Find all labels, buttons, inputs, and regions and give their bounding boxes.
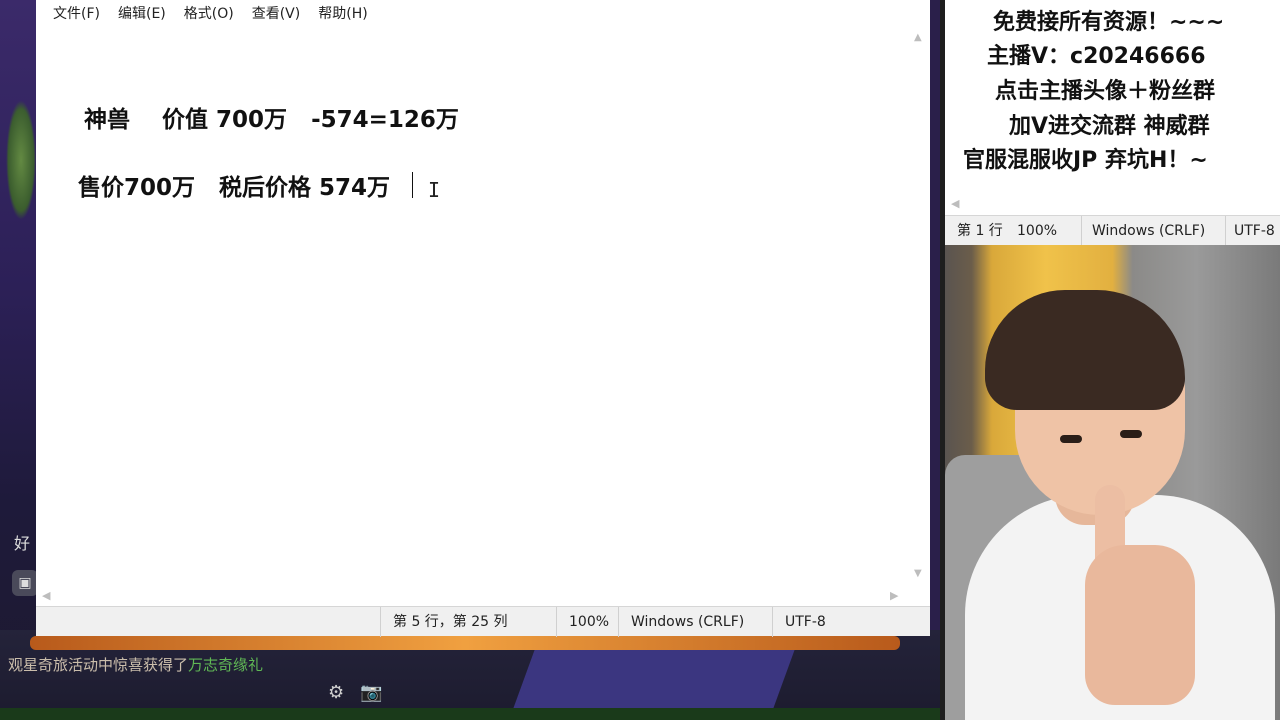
right-panel-status-bar: 第 1 行 100% Windows (CRLF) UTF-8 bbox=[945, 215, 1280, 246]
editor-line-2: 售价700万 税后价格 574万 bbox=[78, 175, 391, 201]
marquee-text: 观星奇旅活动中惊喜获得了 bbox=[8, 656, 189, 674]
game-progress-bar bbox=[30, 636, 900, 650]
scroll-left-icon[interactable]: ◀ bbox=[951, 197, 959, 210]
scroll-down-icon[interactable]: ▼ bbox=[914, 568, 922, 579]
menu-help[interactable]: 帮助(H) bbox=[309, 3, 376, 23]
scroll-left-icon[interactable]: ◀ bbox=[42, 589, 50, 602]
menu-format[interactable]: 格式(O) bbox=[175, 3, 243, 23]
menu-bar: 文件(F) 编辑(E) 格式(O) 查看(V) 帮助(H) bbox=[36, 0, 930, 26]
right-panel-line-4: 加V进交流群 神威群 bbox=[1009, 114, 1210, 139]
right-panel-line-2: 主播V：c20246666 bbox=[987, 44, 1206, 69]
menu-file[interactable]: 文件(F) bbox=[44, 3, 109, 23]
streamer-left-eye bbox=[1060, 435, 1082, 443]
right-panel-scrollbar[interactable]: ◀ bbox=[945, 195, 1280, 215]
status-cursor-position: 第 5 行，第 25 列 bbox=[380, 607, 558, 637]
game-bottom-strip bbox=[0, 708, 940, 720]
vertical-scrollbar[interactable]: ▲ ▼ bbox=[910, 26, 930, 586]
scroll-up-icon[interactable]: ▲ bbox=[914, 32, 922, 43]
streamer-hand bbox=[1085, 545, 1195, 705]
status-zoom: 100% bbox=[556, 607, 618, 637]
camera-icon[interactable]: 📷 bbox=[360, 682, 382, 703]
marquee-highlight: 万志奇缘礼 bbox=[188, 656, 264, 674]
streamer-hair bbox=[985, 290, 1185, 410]
scroll-corner bbox=[910, 586, 930, 606]
right-status-line: 第 1 行 bbox=[957, 223, 1003, 239]
ibeam-cursor-icon: I bbox=[428, 178, 441, 202]
right-panel-line-5: 官服混服收JP 弃坑H！~ bbox=[963, 148, 1208, 173]
game-background bbox=[0, 0, 40, 720]
text-editor[interactable]: 神兽 价值 700万 -574=126万 售价700万 税后价格 574万 I bbox=[36, 26, 914, 586]
right-status-encoding: UTF-8 bbox=[1225, 216, 1275, 246]
scroll-right-icon[interactable]: ▶ bbox=[890, 589, 898, 602]
game-marquee: 观星奇旅活动中惊喜获得了万志奇缘礼 bbox=[8, 654, 263, 675]
status-encoding: UTF-8 bbox=[772, 607, 930, 637]
notepad-window: 文件(F) 编辑(E) 格式(O) 查看(V) 帮助(H) 神兽 价值 700万… bbox=[36, 0, 930, 637]
right-status-line-ending: Windows (CRLF) bbox=[1081, 216, 1205, 246]
settings-icon[interactable]: ⚙ bbox=[328, 682, 344, 703]
streamer-right-eye bbox=[1120, 430, 1142, 438]
text-caret bbox=[412, 172, 413, 198]
game-side-text: 好 bbox=[14, 534, 31, 553]
status-line-ending: Windows (CRLF) bbox=[618, 607, 772, 637]
horizontal-scrollbar[interactable]: ◀ ▶ bbox=[36, 586, 910, 606]
menu-edit[interactable]: 编辑(E) bbox=[109, 3, 175, 23]
editor-line-1: 神兽 价值 700万 -574=126万 bbox=[84, 107, 459, 133]
right-notepad-panel: 免费接所有资源！~~~ 主播V：c20246666 点击主播头像＋粉丝群 加V进… bbox=[940, 0, 1280, 246]
menu-view[interactable]: 查看(V) bbox=[243, 3, 310, 23]
chat-icon[interactable]: ▣ bbox=[12, 570, 38, 596]
right-panel-line-3: 点击主播头像＋粉丝群 bbox=[995, 79, 1216, 104]
status-bar: 第 5 行，第 25 列 100% Windows (CRLF) UTF-8 bbox=[36, 606, 930, 637]
game-toolbar: ⚙ 📷 bbox=[328, 682, 383, 703]
right-panel-line-1: 免费接所有资源！~~~ bbox=[993, 10, 1225, 35]
right-status-zoom: 100% bbox=[1017, 223, 1058, 239]
game-leaf-decoration bbox=[6, 100, 36, 220]
webcam-feed bbox=[940, 245, 1280, 720]
